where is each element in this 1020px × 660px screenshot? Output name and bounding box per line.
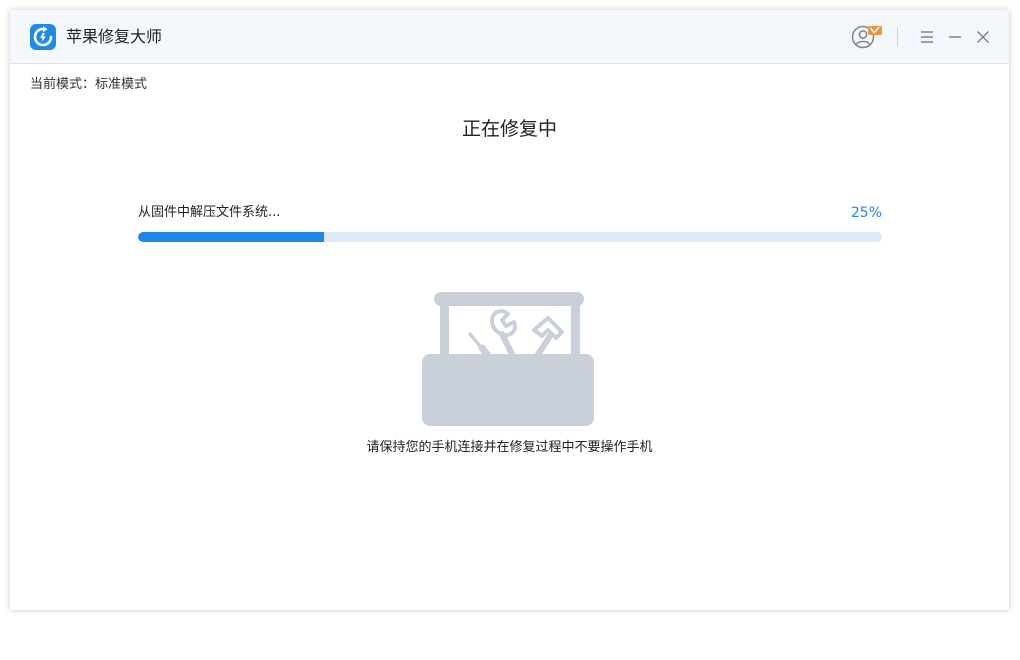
- close-icon: [976, 30, 990, 44]
- titlebar-separator: [897, 27, 898, 47]
- app-logo-icon: [30, 24, 56, 50]
- close-button[interactable]: [970, 24, 996, 50]
- menu-button[interactable]: [914, 24, 940, 50]
- progress-bar-fill: [138, 232, 324, 242]
- page-title: 正在修复中: [461, 118, 557, 140]
- progress-status-text: 从固件中解压文件系统...: [138, 205, 281, 220]
- toolbox-illustration: [422, 290, 598, 434]
- minimize-button[interactable]: [942, 24, 968, 50]
- title-bar[interactable]: 苹果修复大师: [10, 10, 1009, 64]
- current-mode-label: 当前模式：标准模式: [30, 77, 148, 92]
- user-account-button[interactable]: [850, 24, 882, 50]
- progress-bar: [138, 232, 882, 242]
- app-window: 苹果修复大师 当前模式：标准模式 正在修复中 从固件中解压文件系统... 25%…: [10, 10, 1009, 610]
- keep-connected-hint: 请保持您的手机连接并在修复过程中不要操作手机: [366, 440, 653, 455]
- vip-badge-icon: [868, 26, 882, 35]
- user-avatar-icon: [851, 25, 882, 49]
- hamburger-menu-icon: [921, 31, 933, 43]
- minimize-icon: [949, 36, 961, 38]
- app-title: 苹果修复大师: [66, 27, 163, 46]
- progress-percent: 25%: [850, 205, 882, 221]
